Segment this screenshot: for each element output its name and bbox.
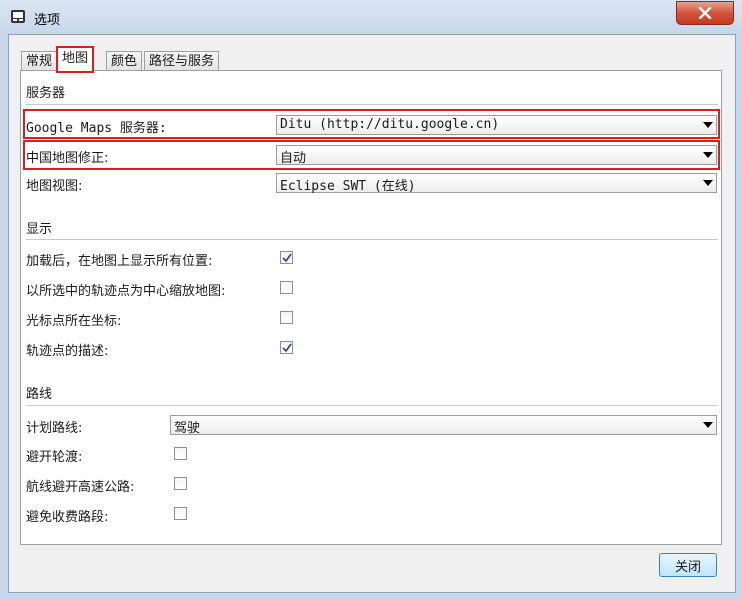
checkmark-icon [282, 343, 292, 353]
plan-route-label: 计划路线: [26, 421, 83, 436]
map-view-select[interactable]: Eclipse SWT (在线) [276, 173, 717, 194]
avoid-ferries-checkbox[interactable] [174, 447, 187, 460]
map-settings-panel: 服务器 Google Maps 服务器: Ditu (http://ditu.g… [20, 70, 722, 545]
section-divider [26, 405, 718, 406]
window-title: 选项 [34, 13, 61, 28]
tab-color[interactable]: 颜色 [106, 51, 143, 71]
avoid-tolls-checkbox[interactable] [174, 507, 187, 520]
chevron-down-icon [703, 152, 713, 158]
display-option-label: 光标点所在坐标: [26, 314, 122, 329]
display-option-label: 轨迹点的描述: [26, 344, 109, 359]
tab-general[interactable]: 常规 [21, 51, 58, 71]
display-option-label: 加载后，在地图上显示所有位置: [26, 254, 213, 269]
google-maps-server-value: Ditu (http://ditu.google.cn) [280, 117, 500, 132]
chevron-down-icon [703, 422, 713, 428]
avoid-highways-checkbox[interactable] [174, 477, 187, 490]
google-maps-server-label: Google Maps 服务器: [26, 121, 167, 136]
trackpoint-description-checkbox[interactable] [280, 341, 293, 354]
china-map-fix-label: 中国地图修正: [26, 151, 109, 166]
chevron-down-icon [703, 180, 713, 186]
chevron-down-icon [703, 122, 713, 128]
section-title-route: 路线 [26, 387, 53, 402]
route-option-label: 航线避开高速公路: [26, 480, 135, 495]
tab-map[interactable]: 地图 [55, 46, 95, 73]
section-title-display: 显示 [26, 222, 53, 237]
map-view-value: Eclipse SWT (在线) [280, 179, 416, 194]
route-option-label: 避开轮渡: [26, 450, 83, 465]
section-title-server: 服务器 [26, 86, 66, 101]
cursor-coordinates-checkbox[interactable] [280, 311, 293, 324]
display-option-label: 以所选中的轨迹点为中心缩放地图: [26, 284, 226, 299]
zoom-to-selected-checkbox[interactable] [280, 281, 293, 294]
section-divider [26, 239, 718, 240]
plan-route-value: 驾驶 [174, 421, 201, 436]
options-app-icon [11, 10, 25, 23]
china-map-fix-value: 自动 [280, 151, 307, 166]
checkmark-icon [282, 253, 292, 263]
close-dialog-button[interactable]: 关闭 [659, 553, 717, 577]
show-all-locations-checkbox[interactable] [280, 251, 293, 264]
plan-route-select[interactable]: 驾驶 [170, 415, 717, 436]
title-bar: 选项 [0, 0, 742, 34]
close-icon [698, 7, 712, 19]
china-map-fix-select[interactable]: 自动 [276, 145, 717, 166]
window-close-button[interactable] [676, 1, 734, 25]
tab-route-service[interactable]: 路径与服务 [144, 51, 220, 71]
dialog-client-area: 常规 地图 颜色 路径与服务 服务器 Google Maps 服务器: Ditu… [8, 34, 736, 593]
route-option-label: 避免收费路段: [26, 510, 109, 525]
map-view-label: 地图视图: [26, 179, 83, 194]
section-divider [26, 104, 718, 105]
google-maps-server-select[interactable]: Ditu (http://ditu.google.cn) [276, 115, 717, 135]
